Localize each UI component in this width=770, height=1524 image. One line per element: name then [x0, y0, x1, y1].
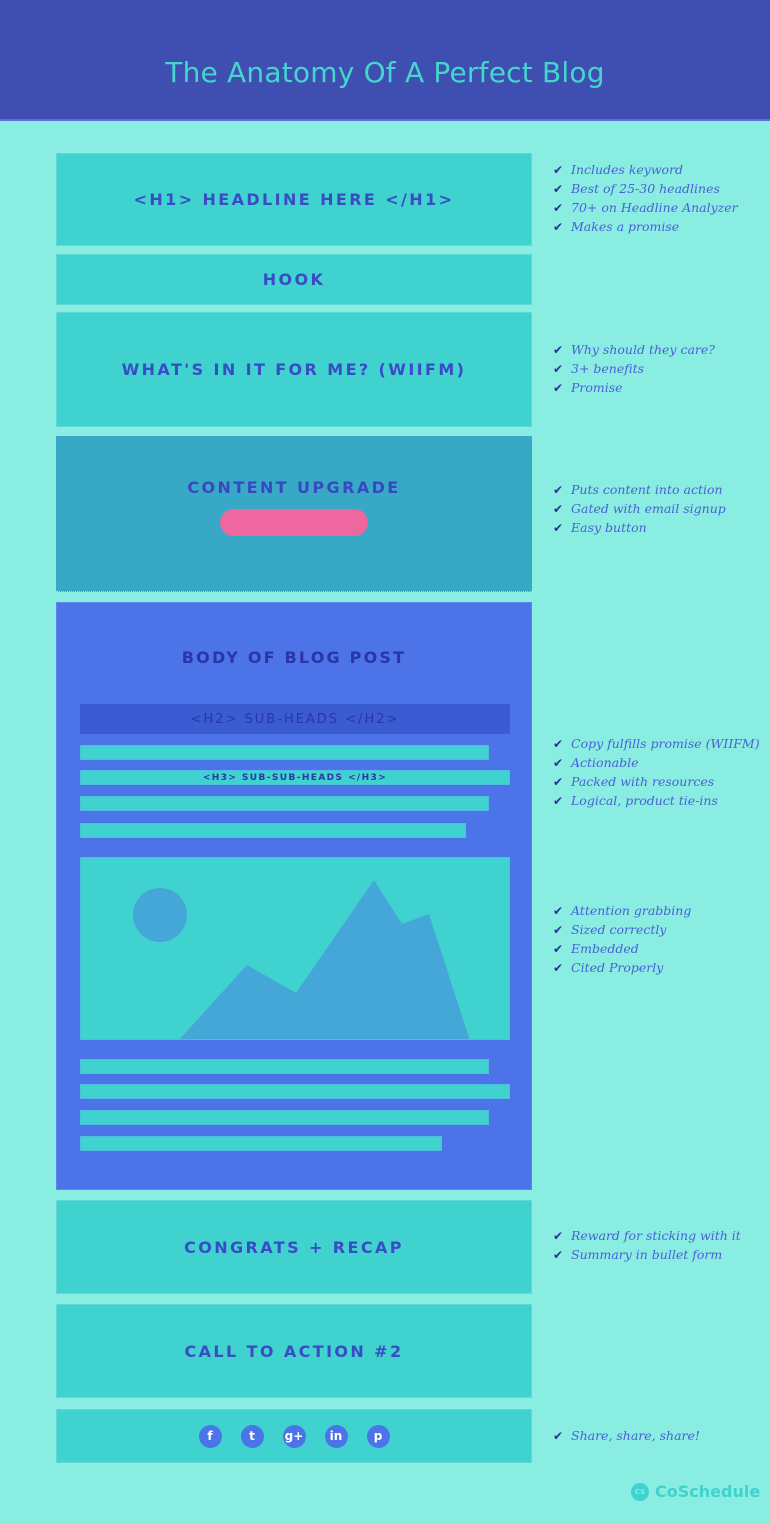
checklist-item: ✔ Summary in bullet form	[553, 1247, 723, 1262]
wiifm-label: WHAT'S IN IT FOR ME? (WIIFM)	[121, 360, 467, 379]
wiifm-block: WHAT'S IN IT FOR ME? (WIIFM)	[56, 312, 532, 427]
checklist-item: ✔ Logical, product tie-ins	[553, 793, 718, 808]
checklist-item: ✔ Cited Properly	[553, 960, 664, 975]
social-checklist: ✔ Share, share, share!	[553, 1426, 700, 1445]
body-checklist: ✔ Copy fulfills promise (WIIFM) ✔ Actionab…	[553, 734, 760, 810]
checklist-item: ✔ Reward for sticking with it	[553, 1228, 741, 1243]
checklist-item: ✔ Actionable	[553, 755, 639, 770]
check-icon: ✔	[553, 793, 564, 808]
h3-subsubhead-label: <H3> SUB-SUB-HEADS </H3>	[202, 772, 388, 783]
checklist-item: ✔ Copy fulfills promise (WIIFM)	[553, 736, 760, 751]
h2-subhead-label: <H2> SUB-HEADS </H2>	[190, 711, 400, 727]
header-banner: The Anatomy Of A Perfect Blog	[0, 0, 770, 121]
social-block: f t g+ in p	[56, 1409, 532, 1463]
check-icon: ✔	[553, 361, 564, 376]
check-icon: ✔	[553, 922, 564, 937]
checklist-item: ✔ Puts content into action	[553, 482, 723, 497]
landscape-image-icon	[133, 880, 470, 1039]
content-upgrade-label: CONTENT UPGRADE	[187, 477, 401, 497]
text-line	[80, 1059, 489, 1074]
text-line	[80, 823, 466, 838]
check-icon: ✔	[553, 380, 564, 395]
checklist-item: ✔ Promise	[553, 380, 623, 395]
checklist-item: ✔ Why should they care?	[553, 342, 715, 357]
social-icons: f t g+ in p	[198, 1424, 390, 1448]
checklist-item: ✔ Gated with email signup	[553, 501, 726, 516]
checklist-item: ✔ Packed with resources	[553, 774, 715, 789]
linkedin-icon[interactable]: in	[324, 1424, 348, 1448]
text-line	[80, 796, 489, 811]
content-upgrade-checklist: ✔ Puts content into action ✔ Gated with em…	[553, 480, 726, 537]
congrats-label: CONGRATS + RECAP	[184, 1237, 404, 1257]
checklist-item: ✔ Embedded	[553, 941, 639, 956]
checklist-item: ✔ Makes a promise	[553, 219, 680, 234]
check-icon: ✔	[553, 200, 564, 215]
h2-subhead-bar: <H2> SUB-HEADS </H2>	[80, 704, 510, 734]
check-icon: ✔	[553, 774, 564, 789]
checklist-item: ✔ Share, share, share!	[553, 1428, 700, 1443]
mountain-shape	[179, 880, 470, 1039]
headline-checklist: ✔ Includes keyword ✔ Best of 25-30 headlin…	[553, 160, 738, 236]
check-icon: ✔	[553, 219, 564, 234]
text-line	[80, 745, 489, 760]
image-checklist: ✔ Attention grabbing ✔ Sized correctly ✔ Em…	[553, 901, 691, 977]
cta-block: CALL TO ACTION #2	[56, 1304, 532, 1398]
check-icon: ✔	[553, 181, 564, 196]
check-icon: ✔	[553, 482, 564, 497]
hook-label: HOOK	[262, 270, 326, 289]
brand-name: CoSchedule	[655, 1482, 761, 1501]
pinterest-icon[interactable]: p	[366, 1424, 390, 1448]
cta-label: CALL TO ACTION #2	[184, 1341, 404, 1361]
check-icon: ✔	[553, 941, 564, 956]
coschedule-brand: CS CoSchedule	[631, 1482, 760, 1501]
coschedule-logo-icon: CS	[631, 1482, 649, 1501]
check-icon: ✔	[553, 1228, 564, 1243]
check-icon: ✔	[553, 903, 564, 918]
checklist-item: ✔ 70+ on Headline Analyzer	[553, 200, 738, 215]
image-placeholder	[80, 857, 510, 1040]
wiifm-checklist: ✔ Why should they care? ✔ 3+ benefits ✔ Pro…	[553, 340, 715, 397]
checklist-item: ✔ Includes keyword	[553, 162, 684, 177]
headline-label: <H1> HEADLINE HERE </H1>	[133, 190, 455, 209]
check-icon: ✔	[553, 342, 564, 357]
checklist-item: ✔ Sized correctly	[553, 922, 667, 937]
congrats-checklist: ✔ Reward for sticking with it ✔ Summary in…	[553, 1226, 741, 1264]
check-icon: ✔	[553, 520, 564, 535]
content-upgrade-block: CONTENT UPGRADE	[56, 436, 532, 592]
page-title: The Anatomy Of A Perfect Blog	[165, 56, 605, 89]
body-title: BODY OF BLOG POST	[181, 648, 407, 667]
check-icon: ✔	[553, 162, 564, 177]
checklist-item: ✔ Easy button	[553, 520, 647, 535]
h3-subsubhead-bar: <H3> SUB-SUB-HEADS </H3>	[80, 770, 510, 785]
text-line	[80, 1110, 489, 1125]
checklist-item: ✔ Attention grabbing	[553, 903, 692, 918]
check-icon: ✔	[553, 501, 564, 516]
google-plus-icon[interactable]: g+	[282, 1424, 306, 1448]
check-icon: ✔	[553, 1428, 564, 1443]
facebook-icon[interactable]: f	[198, 1424, 222, 1448]
text-line	[80, 1136, 442, 1151]
twitter-icon[interactable]: t	[240, 1424, 264, 1448]
text-line	[80, 1084, 510, 1099]
content-upgrade-button[interactable]	[220, 508, 368, 536]
check-icon: ✔	[553, 736, 564, 751]
body-block: BODY OF BLOG POST <H2> SUB-HEADS </H2> <…	[56, 602, 532, 1190]
hook-block: HOOK	[56, 254, 532, 305]
check-icon: ✔	[553, 1247, 564, 1262]
check-icon: ✔	[553, 755, 564, 770]
checklist-item: ✔ 3+ benefits	[553, 361, 645, 376]
sun-shape	[133, 888, 187, 942]
check-icon: ✔	[553, 960, 564, 975]
congrats-block: CONGRATS + RECAP	[56, 1200, 532, 1294]
headline-block: <H1> HEADLINE HERE </H1>	[56, 153, 532, 246]
checklist-item: ✔ Best of 25-30 headlines	[553, 181, 720, 196]
